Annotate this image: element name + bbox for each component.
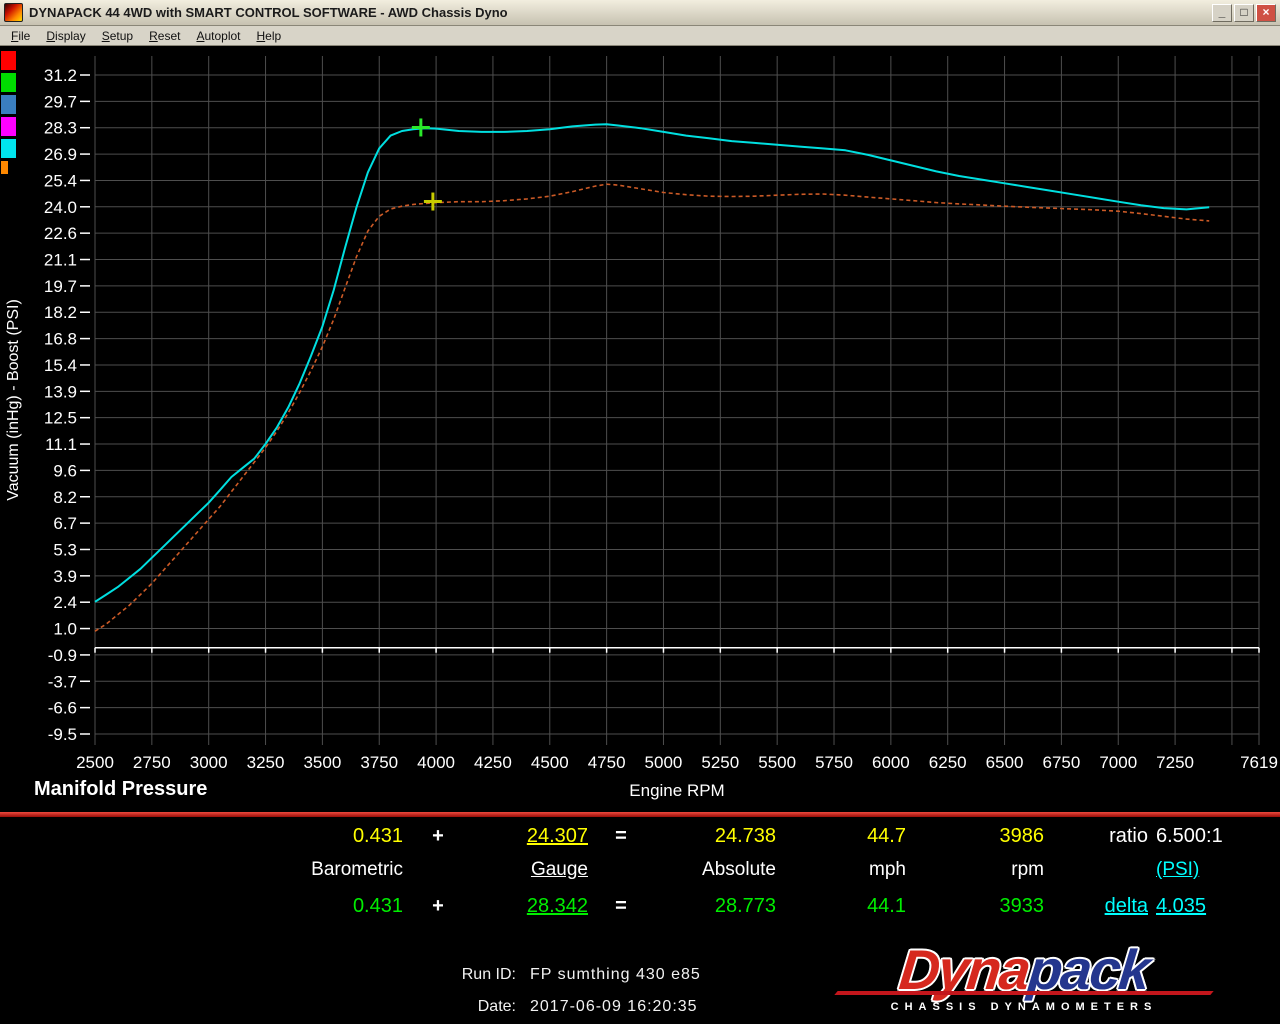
x-tick-label: 7000 xyxy=(1099,753,1137,772)
equals-sign-run2: = xyxy=(608,895,634,921)
mph-value-run2: 44.1 xyxy=(800,895,906,921)
x-tick-label: 3000 xyxy=(190,753,228,772)
plus-sign-run1: + xyxy=(425,825,451,851)
absolute-label: Absolute xyxy=(650,859,776,885)
divider-line xyxy=(0,812,1280,817)
mph-label: mph xyxy=(800,859,906,885)
barometric-value-run2: 0.431 xyxy=(270,895,403,921)
y-tick-label: 5.3 xyxy=(53,540,77,559)
y-tick-label: -0.9 xyxy=(48,646,77,665)
mph-value-run1: 44.7 xyxy=(800,825,906,851)
series-boost-run-orange xyxy=(95,184,1209,631)
delta-value[interactable]: 4.035 xyxy=(1156,895,1236,921)
app-icon xyxy=(4,3,23,22)
equals-sign-run1: = xyxy=(608,825,634,851)
menu-bar: FileDisplaySetupResetAutoplotHelp xyxy=(0,26,1280,46)
run-id-value: FP sumthing 430 e85 xyxy=(530,966,701,984)
y-tick-label: 6.7 xyxy=(53,514,77,533)
rpm-value-run1: 3986 xyxy=(940,825,1044,851)
y-tick-label: 31.2 xyxy=(44,66,77,85)
x-tick-label: 6750 xyxy=(1042,753,1080,772)
menu-item-help[interactable]: Help xyxy=(249,27,290,45)
x-tick-label: 4250 xyxy=(474,753,512,772)
barometric-label: Barometric xyxy=(270,859,403,885)
y-tick-label: 24.0 xyxy=(44,198,77,217)
menu-item-display[interactable]: Display xyxy=(38,27,93,45)
y-tick-label: 25.4 xyxy=(44,171,77,190)
rpm-value-run2: 3933 xyxy=(940,895,1044,921)
y-tick-label: 3.9 xyxy=(53,567,77,586)
x-tick-label: 3250 xyxy=(247,753,285,772)
y-tick-label: 1.0 xyxy=(53,620,77,639)
ratio-value: 6.500:1 xyxy=(1156,825,1236,851)
x-axis-title: Engine RPM xyxy=(95,781,1259,801)
gauge-label[interactable]: Gauge xyxy=(480,859,588,885)
y-tick-label: 12.5 xyxy=(44,409,77,428)
menu-item-setup[interactable]: Setup xyxy=(94,27,141,45)
rpm-label: rpm xyxy=(940,859,1044,885)
date-label: Date: xyxy=(370,998,516,1016)
gauge-value-run1[interactable]: 24.307 xyxy=(480,825,588,851)
menu-item-file[interactable]: File xyxy=(3,27,38,45)
y-tick-label: 18.2 xyxy=(44,303,77,322)
x-tick-label: 7250 xyxy=(1156,753,1194,772)
y-axis-title: Vacuum (inHg) - Boost (PSI) xyxy=(5,299,22,501)
close-button[interactable]: × xyxy=(1256,4,1276,22)
window-title: DYNAPACK 44 4WD with SMART CONTROL SOFTW… xyxy=(29,5,1212,20)
y-tick-label: -6.6 xyxy=(48,699,77,718)
x-tick-label: 2750 xyxy=(133,753,171,772)
y-tick-label: 21.1 xyxy=(44,251,77,270)
x-tick-label: 6250 xyxy=(929,753,967,772)
logo-subtitle: CHASSIS DYNAMOMETERS xyxy=(828,1001,1220,1013)
x-tick-label: 6500 xyxy=(986,753,1024,772)
x-tick-label: 4500 xyxy=(531,753,569,772)
ratio-label: ratio xyxy=(1080,825,1148,851)
y-tick-label: 16.8 xyxy=(44,330,77,349)
y-tick-label: -3.7 xyxy=(48,672,77,691)
y-tick-label: 19.7 xyxy=(44,277,77,296)
x-tick-label: 3750 xyxy=(360,753,398,772)
barometric-value-run1: 0.431 xyxy=(270,825,403,851)
y-tick-label: 29.7 xyxy=(44,92,77,111)
window-controls: _ □ × xyxy=(1212,4,1276,22)
y-tick-label: 2.4 xyxy=(53,593,77,612)
series-boost-run-cyan xyxy=(95,124,1209,602)
logo-wordmark: Dynapack xyxy=(825,942,1223,998)
x-tick-label: 4000 xyxy=(417,753,455,772)
y-tick-label: 13.9 xyxy=(44,382,77,401)
delta-link[interactable]: delta xyxy=(1080,895,1148,921)
menu-item-reset[interactable]: Reset xyxy=(141,27,188,45)
date-value: 2017-06-09 16:20:35 xyxy=(530,998,698,1016)
absolute-value-run2: 28.773 xyxy=(650,895,776,921)
menu-item-autoplot[interactable]: Autoplot xyxy=(188,27,248,45)
y-tick-label: 26.9 xyxy=(44,145,77,164)
maximize-button[interactable]: □ xyxy=(1234,4,1254,22)
x-tick-label: 4750 xyxy=(588,753,626,772)
dynapack-logo: Dynapack CHASSIS DYNAMOMETERS xyxy=(828,942,1220,1013)
x-tick-label: 7619 xyxy=(1240,753,1278,772)
x-tick-label: 5500 xyxy=(758,753,796,772)
title-bar[interactable]: DYNAPACK 44 4WD with SMART CONTROL SOFTW… xyxy=(0,0,1280,26)
y-tick-label: 22.6 xyxy=(44,224,77,243)
absolute-value-run1: 24.738 xyxy=(650,825,776,851)
logo-swoosh xyxy=(834,991,1213,995)
minimize-button[interactable]: _ xyxy=(1212,4,1232,22)
y-tick-label: 15.4 xyxy=(44,356,77,375)
x-tick-label: 5750 xyxy=(815,753,853,772)
y-tick-label: 8.2 xyxy=(53,488,77,507)
x-tick-label: 6000 xyxy=(872,753,910,772)
y-tick-label: -9.5 xyxy=(48,725,77,744)
plus-sign-run2: + xyxy=(425,895,451,921)
x-tick-label: 5250 xyxy=(701,753,739,772)
y-tick-label: 9.6 xyxy=(53,461,77,480)
x-tick-label: 5000 xyxy=(645,753,683,772)
gauge-value-run2[interactable]: 28.342 xyxy=(480,895,588,921)
y-tick-label: 11.1 xyxy=(45,435,77,454)
manifold-pressure-chart[interactable]: 31.2 29.7 28.3 26.9 25.4 24.0 22.6 21.1 19.7 18.2… xyxy=(0,46,1280,776)
x-tick-label: 3500 xyxy=(303,753,341,772)
psi-units-link[interactable]: (PSI) xyxy=(1156,859,1236,885)
run-id-label: Run ID: xyxy=(370,966,516,984)
y-tick-label: 28.3 xyxy=(44,119,77,138)
x-tick-label: 2500 xyxy=(76,753,114,772)
